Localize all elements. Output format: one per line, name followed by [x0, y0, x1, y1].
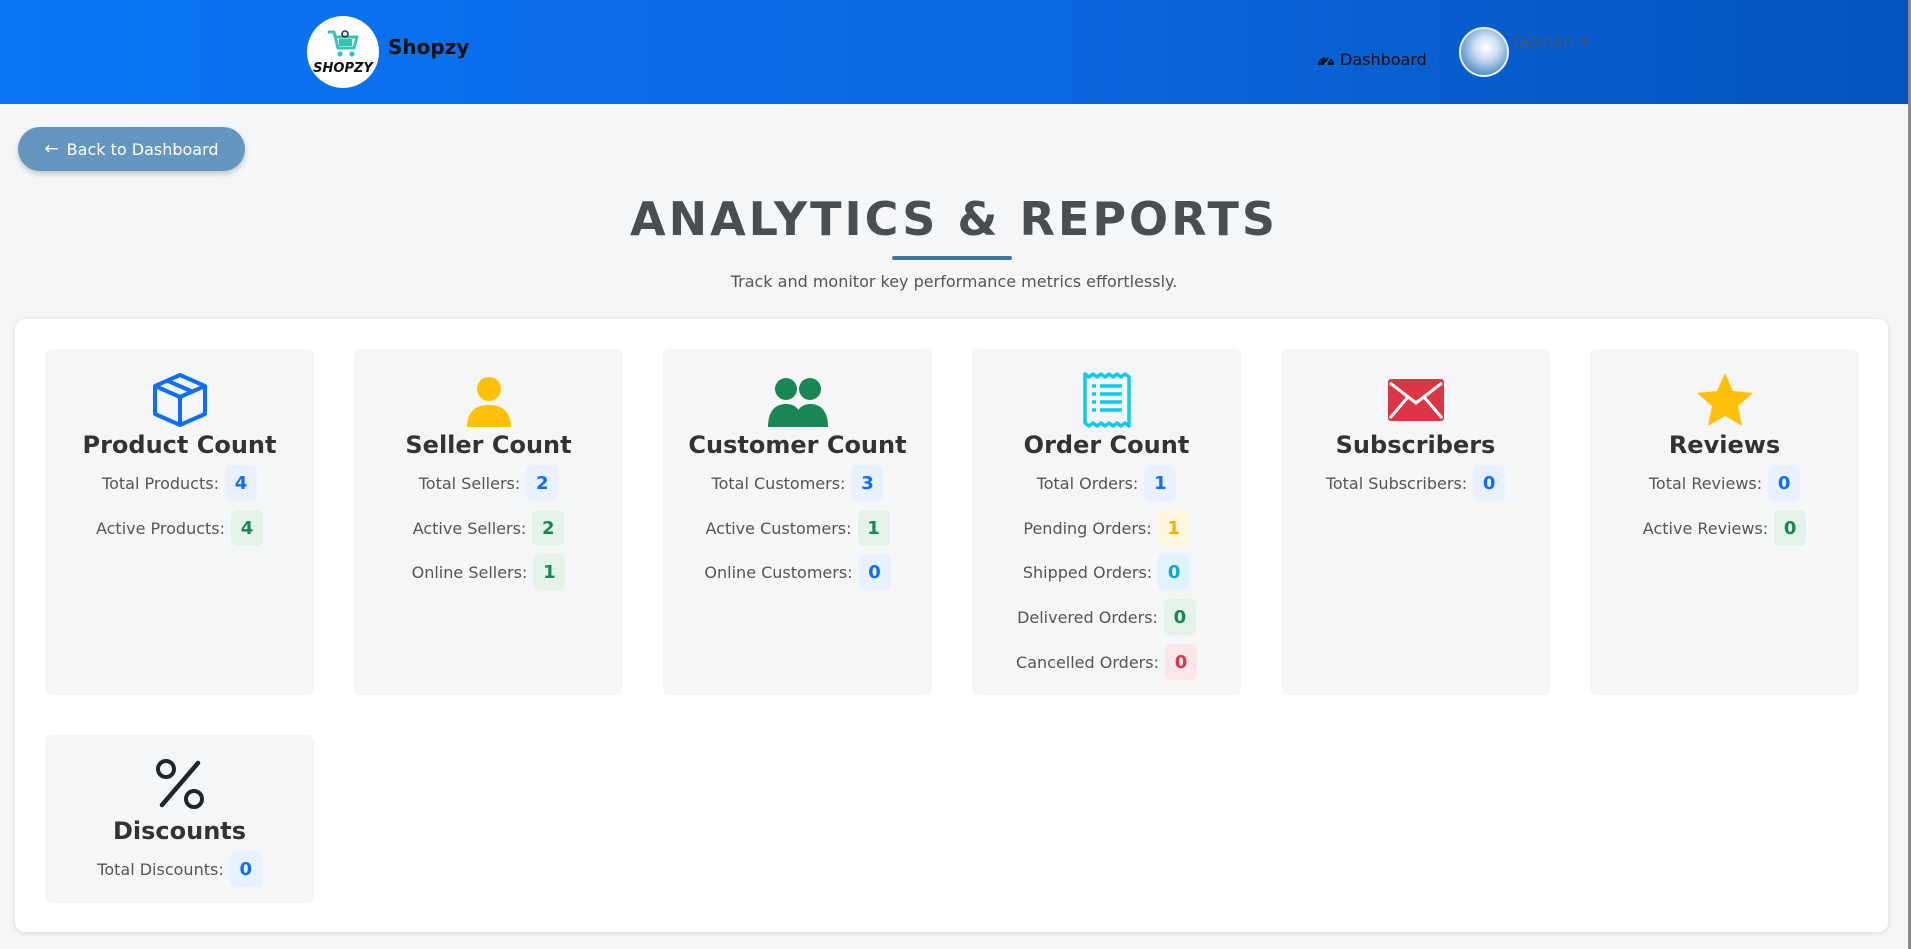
person-icon [466, 377, 511, 427]
stat-total-sellers: Total Sellers: 2 [354, 465, 623, 501]
stat-total-customers: Total Customers: 3 [663, 465, 932, 501]
stat-label: Total Reviews: [1648, 473, 1763, 493]
stat-label: Active Products: [95, 518, 226, 538]
count-badge: 2 [532, 510, 565, 546]
stat-label: Online Sellers: [411, 562, 528, 582]
count-badge: 4 [231, 510, 264, 546]
title-underline [892, 256, 1012, 260]
stat-label: Online Customers: [704, 562, 853, 582]
stat-delivered-orders: Delivered Orders: 0 [972, 599, 1241, 635]
avatar[interactable] [1459, 27, 1509, 77]
stat-label: Total Discounts: [97, 859, 224, 879]
count-badge: 0 [1158, 554, 1191, 590]
receipt-icon [1082, 372, 1131, 428]
stat-label: Shipped Orders: [1022, 562, 1153, 582]
stat-label: Active Customers: [705, 518, 852, 538]
seller-count-card: Seller Count Total Sellers: 2 Active Sel… [354, 349, 623, 695]
customer-count-card: Customer Count Total Customers: 3 Active… [663, 349, 932, 695]
stat-online-sellers: Online Sellers: 1 [354, 554, 623, 590]
stat-active-sellers: Active Sellers: 2 [354, 510, 623, 546]
card-title: Order Count [1023, 431, 1190, 459]
card-title: Discounts [112, 817, 247, 845]
stat-total-subscribers: Total Subscribers: 0 [1281, 465, 1550, 501]
shopzy-logo: SHOPZY [307, 16, 379, 88]
count-badge: 1 [857, 510, 890, 546]
shopping-cart-icon [328, 30, 359, 57]
stat-total-reviews: Total Reviews: 0 [1590, 465, 1859, 501]
envelope-icon [1387, 379, 1444, 421]
stat-active-customers: Active Customers: 1 [663, 510, 932, 546]
stat-label: Total Sellers: [418, 473, 521, 493]
brand-name: Shopzy [388, 35, 470, 59]
stat-label: Active Sellers: [412, 518, 527, 538]
page-title: ANALYTICS & REPORTS [629, 192, 1279, 246]
count-badge: 0 [1473, 465, 1506, 501]
speedometer-icon [1318, 56, 1334, 66]
stat-label: Pending Orders: [1023, 518, 1152, 538]
stat-pending-orders: Pending Orders: 1 [972, 510, 1241, 546]
stat-shipped-orders: Shipped Orders: 0 [972, 554, 1241, 590]
stat-total-orders: Total Orders: 1 [972, 465, 1241, 501]
box-icon [152, 373, 207, 427]
count-badge: 0 [1163, 599, 1196, 635]
count-badge: 0 [858, 554, 891, 590]
back-to-dashboard-button[interactable]: ← Back to Dashboard [18, 127, 245, 171]
subscribers-card: Subscribers Total Subscribers: 0 [1281, 349, 1550, 695]
count-badge: 0 [1164, 644, 1197, 680]
stat-label: Cancelled Orders: [1016, 652, 1159, 672]
stat-total-products: Total Products: 4 [45, 465, 314, 501]
discounts-card: Discounts Total Discounts: 0 [45, 735, 314, 903]
logo-text: SHOPZY [313, 61, 373, 76]
card-title: Subscribers [1335, 431, 1496, 459]
nav-dashboard-label: Dashboard [1340, 50, 1427, 69]
reviews-card: Reviews Total Reviews: 0 Active Reviews:… [1590, 349, 1859, 695]
percent-icon [155, 759, 204, 809]
count-badge: 2 [526, 465, 559, 501]
nav-dashboard-link[interactable]: Dashboard [1317, 50, 1427, 69]
back-button-label: Back to Dashboard [66, 139, 219, 159]
stat-label: Total Products: [102, 473, 219, 493]
count-badge: 3 [851, 465, 884, 501]
count-badge: 0 [1774, 510, 1807, 546]
brand[interactable]: SHOPZY Shopzy [307, 16, 469, 88]
product-count-card: Product Count Total Products: 4 Active P… [45, 349, 314, 695]
stat-label: Total Orders: [1036, 473, 1139, 493]
order-count-card: Order Count Total Orders: 1 Pending Orde… [972, 349, 1241, 695]
card-title: Product Count [82, 431, 277, 459]
card-title: Reviews [1668, 431, 1781, 459]
analytics-panel: Product Count Total Products: 4 Active P… [15, 319, 1888, 932]
stat-label: Total Customers: [711, 473, 846, 493]
stat-label: Delivered Orders: [1017, 607, 1158, 627]
stat-cancelled-orders: Cancelled Orders: 0 [972, 644, 1241, 680]
count-badge: 1 [533, 554, 566, 590]
count-badge: 1 [1144, 465, 1177, 501]
arrow-left-icon: ← [44, 139, 59, 159]
stat-label: Active Reviews: [1642, 518, 1769, 538]
card-title: Customer Count [688, 431, 907, 459]
people-icon [767, 378, 828, 427]
user-menu-dropdown[interactable]: Deshan [1459, 27, 1588, 77]
count-badge: 0 [1768, 465, 1801, 501]
caret-down-icon [1579, 38, 1588, 44]
star-icon [1696, 373, 1753, 426]
stat-total-discounts: Total Discounts: 0 [45, 851, 314, 887]
card-title: Seller Count [405, 431, 572, 459]
count-badge: 0 [229, 851, 262, 887]
count-badge: 4 [224, 465, 257, 501]
count-badge: 1 [1157, 510, 1190, 546]
stat-label: Total Subscribers: [1325, 473, 1468, 493]
stat-active-reviews: Active Reviews: 0 [1590, 510, 1859, 546]
page-subtitle: Track and monitor key performance metric… [730, 272, 1178, 291]
stat-online-customers: Online Customers: 0 [663, 554, 932, 590]
stat-active-products: Active Products: 4 [45, 510, 314, 546]
user-name: Deshan [1513, 31, 1574, 51]
navbar: SHOPZY Shopzy Dashboard Deshan [0, 0, 1908, 104]
